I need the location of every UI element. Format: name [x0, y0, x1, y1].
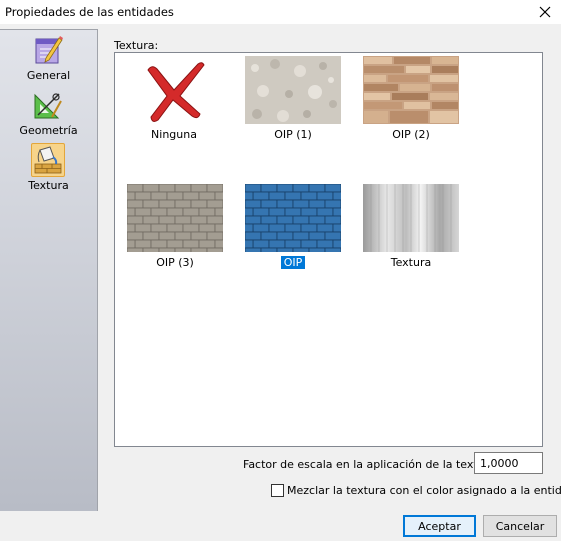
accept-button[interactable]: Aceptar	[403, 515, 476, 537]
texture-item-label: OIP	[280, 256, 306, 269]
texture-item-label: Textura	[390, 256, 432, 269]
geometry-tools-icon	[32, 89, 64, 121]
stone-wall-texture	[363, 56, 459, 124]
texture-item-label: OIP (1)	[274, 128, 312, 141]
mix-texture-checkbox[interactable]	[271, 484, 284, 497]
brushed-metal-texture	[363, 184, 459, 252]
texture-item-label: OIP (2)	[392, 128, 430, 141]
sidebar-item-label: General	[26, 69, 71, 82]
sidebar-item-label: Geometría	[19, 124, 78, 137]
mix-texture-label[interactable]: Mezclar la textura con el color asignado…	[287, 484, 561, 497]
sidebar-item-textura[interactable]: Textura	[0, 142, 97, 194]
texture-item-label: Ninguna	[151, 128, 197, 141]
texture-item-textura[interactable]: Textura	[363, 184, 459, 269]
texture-list[interactable]: Ninguna OIP (1) OIP (2) OIP (3) OIP Text…	[114, 52, 543, 447]
sidebar-item-general[interactable]: General	[0, 32, 97, 84]
red-x-icon	[147, 62, 205, 122]
sidebar: General Geometría Textura	[0, 29, 98, 511]
texture-item-label: OIP (3)	[156, 256, 194, 269]
texture-item-oip[interactable]: OIP	[245, 184, 341, 269]
title-bar: Propiedades de las entidades	[0, 0, 561, 24]
stucco-texture	[245, 56, 341, 124]
cancel-button[interactable]: Cancelar	[483, 515, 557, 537]
close-icon[interactable]	[535, 2, 555, 22]
sidebar-item-label: Textura	[28, 179, 69, 192]
texture-group-label: Textura:	[114, 39, 159, 52]
paint-bucket-icon	[31, 143, 65, 177]
texture-item-oip-1[interactable]: OIP (1)	[245, 56, 341, 141]
scale-factor-input[interactable]	[474, 452, 543, 474]
dialog-body: General Geometría Textura Textura: Ningu…	[0, 24, 561, 541]
window-title: Propiedades de las entidades	[5, 5, 174, 19]
scale-factor-label: Factor de escala en la aplicación de la …	[243, 458, 500, 471]
texture-item-oip-3[interactable]: OIP (3)	[127, 184, 223, 269]
sidebar-item-geometria[interactable]: Geometría	[0, 87, 97, 139]
blue-brick-texture	[245, 184, 341, 252]
texture-item-oip-2[interactable]: OIP (2)	[363, 56, 459, 141]
texture-item-ninguna[interactable]: Ninguna	[126, 56, 222, 141]
gray-brick-texture	[127, 184, 223, 252]
notepad-pencil-icon	[32, 34, 64, 66]
